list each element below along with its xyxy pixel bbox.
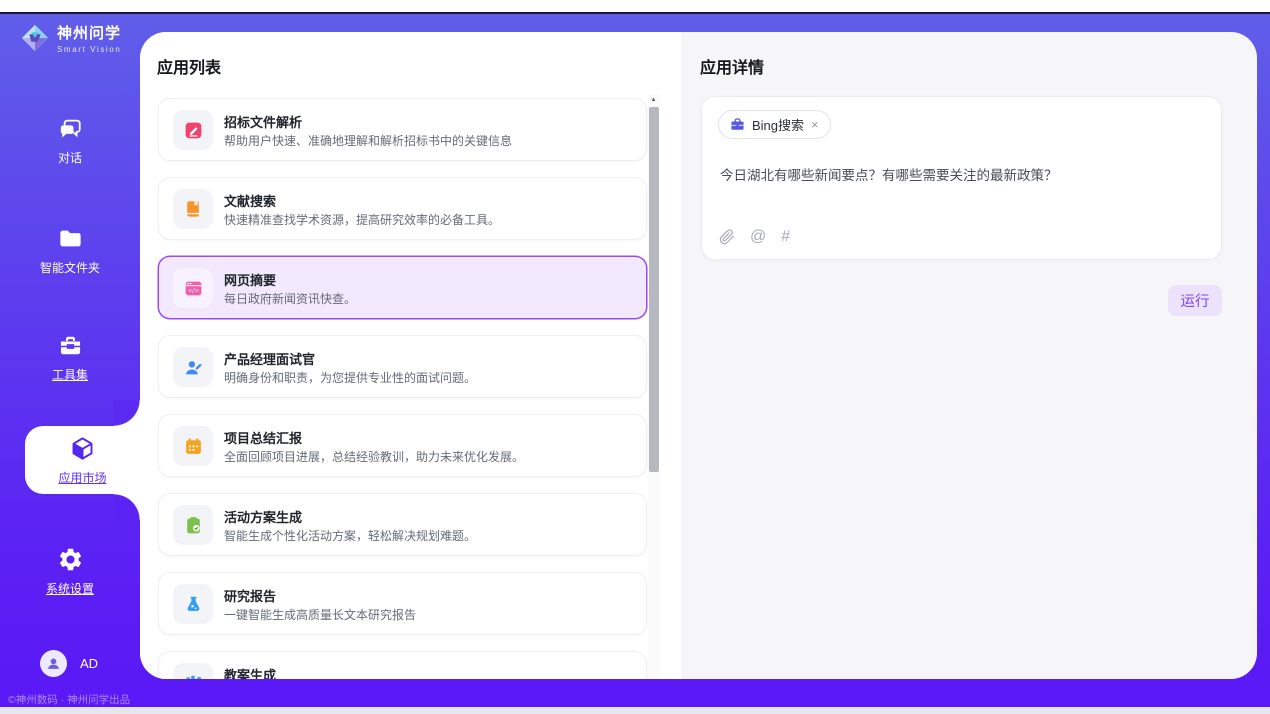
- user-account[interactable]: AD: [40, 650, 98, 677]
- app-card-name: 教案生成: [224, 665, 276, 679]
- run-button[interactable]: 运行: [1168, 285, 1222, 316]
- app-list-title: 应用列表: [157, 54, 221, 78]
- attachment-toolbar: @ #: [719, 228, 790, 246]
- app-card-desc: 一键智能生成高质量长文本研究报告: [224, 606, 416, 623]
- app-card-name: 活动方案生成: [224, 507, 302, 526]
- cube-icon: [69, 435, 96, 462]
- page: 神州问学 Smart Vision 对话 智能文件夹: [0, 0, 1270, 714]
- app-card-desc: 帮助用户快速、准确地理解和解析招标书中的关键信息: [224, 132, 512, 149]
- tool-chip-label: Bing搜索: [752, 115, 804, 134]
- hash-tag-icon[interactable]: #: [781, 228, 790, 246]
- app-card-desc: 智能生成个性化活动方案，轻松解决规划难题。: [224, 527, 476, 544]
- book-icon: [173, 189, 213, 229]
- books-icon: [173, 663, 213, 679]
- calendar-note-icon: [173, 426, 213, 466]
- sidebar-item-app-market[interactable]: 应用市场: [25, 426, 140, 494]
- sidebar-item-settings[interactable]: 系统设置: [0, 546, 140, 597]
- app-card-project-summary[interactable]: 项目总结汇报 全面回顾项目进展，总结经验教训，助力未来优化发展。: [158, 414, 647, 477]
- brand-logo-icon: [20, 23, 50, 53]
- prompt-card[interactable]: Bing搜索 × 今日湖北有哪些新闻要点？有哪些需要关注的最新政策？ @ #: [701, 96, 1222, 260]
- browser-code-icon: </>: [173, 268, 213, 308]
- interviewer-icon: [173, 347, 213, 387]
- toolbox-icon: [57, 332, 84, 359]
- chip-close-icon[interactable]: ×: [811, 118, 819, 131]
- app-list-panel: 应用列表 招标文件解析 帮助用户快速、准确地理解和解析招标书中的关键信息: [140, 32, 681, 679]
- app-card-web-summary-selected[interactable]: </> 网页摘要 每日政府新闻资讯快查。: [158, 256, 647, 319]
- query-input[interactable]: 今日湖北有哪些新闻要点？有哪些需要关注的最新政策？: [720, 164, 1205, 184]
- sidebar-item-label: 应用市场: [25, 469, 140, 486]
- sidebar: 神州问学 Smart Vision 对话 智能文件夹: [0, 14, 140, 707]
- app-card-lesson-plan[interactable]: 教案生成 模板驱动，教案秒成，教学准备从此轻松快捷: [158, 651, 647, 679]
- person-icon: [45, 655, 62, 672]
- app-detail-title: 应用详情: [700, 54, 764, 78]
- app-card-pm-interviewer[interactable]: 产品经理面试官 明确身份和职责，为您提供专业性的面试问题。: [158, 335, 647, 398]
- brand-subtitle: Smart Vision: [57, 45, 121, 54]
- app-card-literature-search[interactable]: 文献搜索 快速精准查找学术资源，提高研究效率的必备工具。: [158, 177, 647, 240]
- scrollbar-thumb[interactable]: [649, 107, 659, 472]
- app-card-desc: 每日政府新闻资讯快查。: [224, 290, 356, 307]
- app-card-name: 网页摘要: [224, 270, 276, 289]
- list-scrollbar[interactable]: ▲ ▼: [648, 94, 659, 679]
- sidebar-item-label: 系统设置: [0, 580, 140, 597]
- app-window: 神州问学 Smart Vision 对话 智能文件夹: [0, 12, 1270, 707]
- app-card-desc: 明确身份和职责，为您提供专业性的面试问题。: [224, 369, 476, 386]
- user-initials: AD: [80, 656, 98, 671]
- app-card-event-plan[interactable]: 活动方案生成 智能生成个性化活动方案，轻松解决规划难题。: [158, 493, 647, 556]
- sidebar-item-toolset[interactable]: 工具集: [0, 332, 140, 383]
- app-detail-panel: 应用详情 Bing搜索 × 今日湖北有哪些新闻要点？有哪些需要关注的最新政策？: [681, 32, 1257, 679]
- scroll-up-arrow-icon[interactable]: ▲: [648, 94, 659, 106]
- mention-at-icon[interactable]: @: [750, 228, 766, 246]
- pen-square-icon: [173, 110, 213, 150]
- page-bottom-strip: [0, 707, 1270, 714]
- svg-text:</>: </>: [188, 288, 199, 294]
- app-list: 招标文件解析 帮助用户快速、准确地理解和解析招标书中的关键信息: [158, 98, 647, 679]
- folder-icon: [57, 225, 84, 252]
- sidebar-item-label: 对话: [0, 149, 140, 166]
- sidebar-item-label: 智能文件夹: [0, 259, 140, 276]
- sidebar-item-smart-folder[interactable]: 智能文件夹: [0, 225, 140, 276]
- clipboard-check-icon: [173, 505, 213, 545]
- avatar: [40, 650, 67, 677]
- app-card-desc: 全面回顾项目进展，总结经验教训，助力未来优化发展。: [224, 448, 524, 465]
- app-card-name: 项目总结汇报: [224, 428, 302, 447]
- app-card-desc: 快速精准查找学术资源，提高研究效率的必备工具。: [224, 211, 500, 228]
- ink-report-icon: [173, 584, 213, 624]
- brand-text: 神州问学 Smart Vision: [57, 22, 121, 54]
- sidebar-item-label: 工具集: [0, 366, 140, 383]
- app-card-name: 文献搜索: [224, 191, 276, 210]
- app-card-name: 产品经理面试官: [224, 349, 315, 368]
- chat-icon: [57, 115, 84, 142]
- app-card-bid-document-parse[interactable]: 招标文件解析 帮助用户快速、准确地理解和解析招标书中的关键信息: [158, 98, 647, 161]
- tool-chip-bing-search[interactable]: Bing搜索 ×: [718, 110, 831, 139]
- sidebar-item-chat[interactable]: 对话: [0, 115, 140, 166]
- copyright-text: ©神州数码 · 神州问学出品: [8, 692, 140, 707]
- app-card-name: 招标文件解析: [224, 112, 302, 131]
- brand-name: 神州问学: [57, 22, 121, 43]
- paperclip-icon[interactable]: [719, 229, 735, 245]
- app-card-name: 研究报告: [224, 586, 276, 605]
- brand: 神州问学 Smart Vision: [20, 22, 121, 54]
- content-area: 应用列表 招标文件解析 帮助用户快速、准确地理解和解析招标书中的关键信息: [140, 32, 1257, 679]
- briefcase-icon: [730, 117, 745, 132]
- app-card-research-report[interactable]: 研究报告 一键智能生成高质量长文本研究报告: [158, 572, 647, 635]
- gear-icon: [57, 546, 84, 573]
